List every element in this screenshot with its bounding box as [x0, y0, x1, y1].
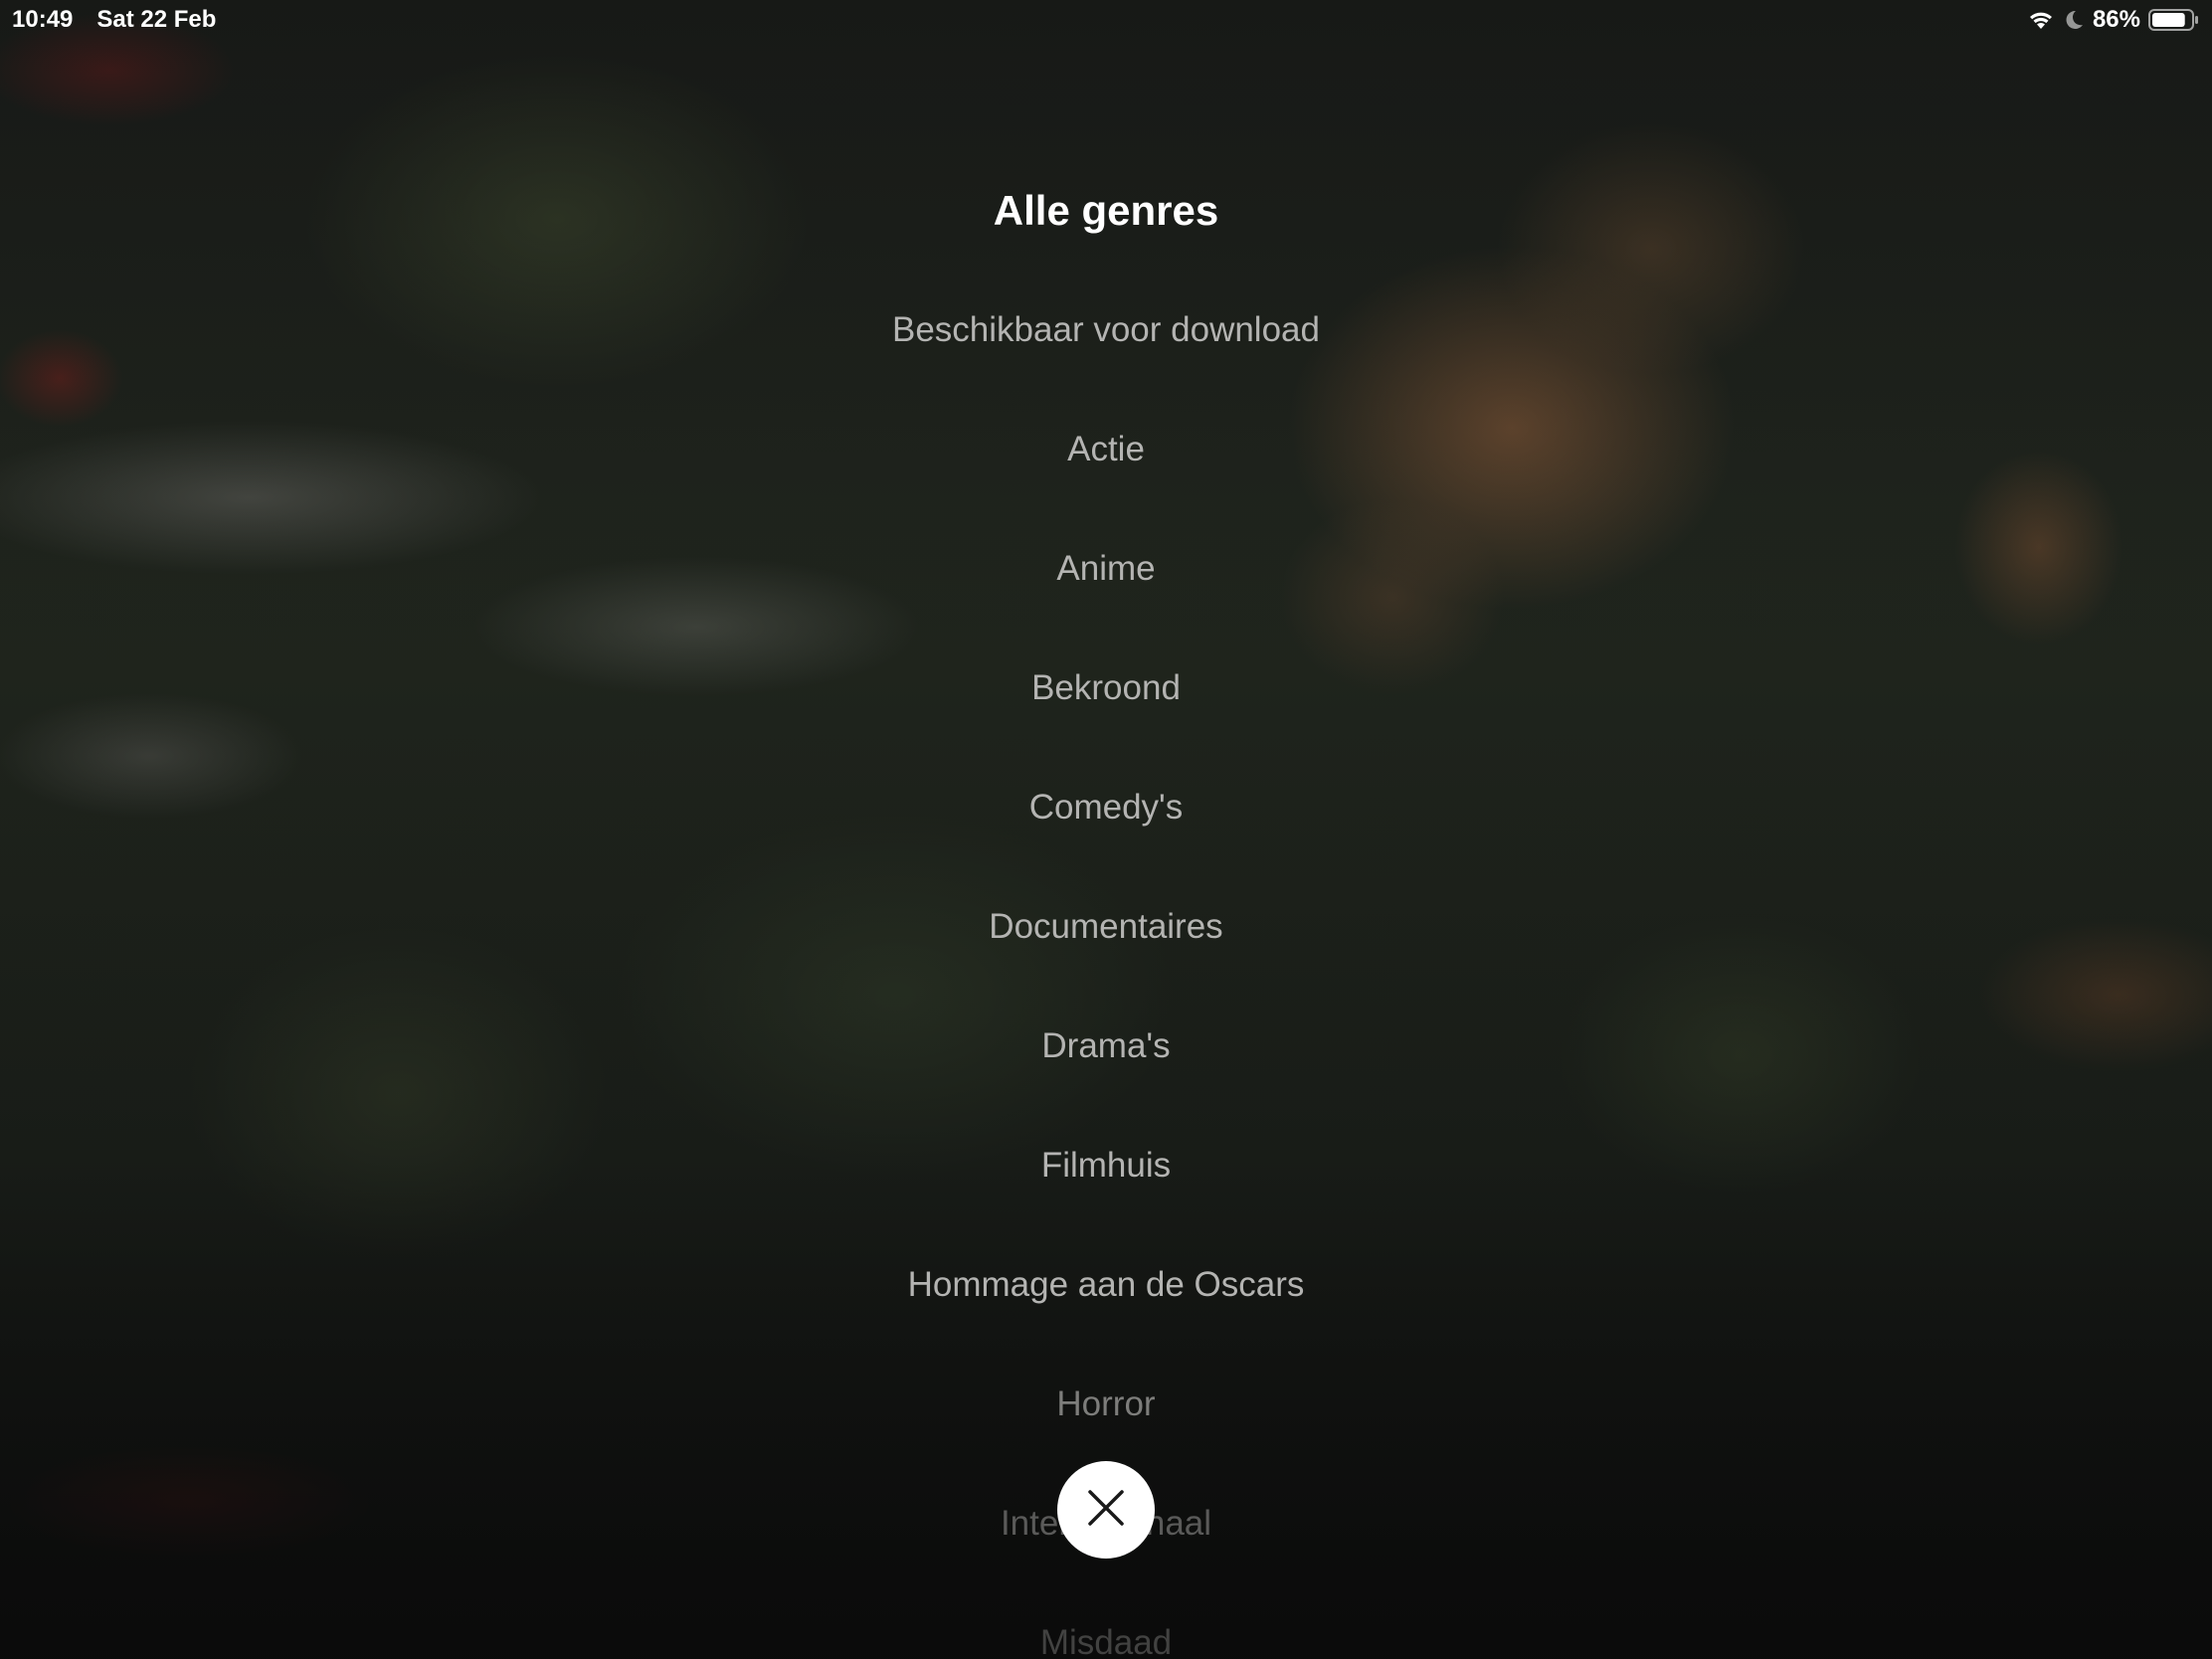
close-icon	[1086, 1488, 1126, 1533]
genre-item-actie[interactable]: Actie	[0, 420, 2212, 539]
genre-item-documentaires[interactable]: Documentaires	[0, 897, 2212, 1016]
genre-item-beschikbaar-voor-download[interactable]: Beschikbaar voor download	[0, 300, 2212, 420]
menu-title: Alle genres	[993, 187, 1219, 234]
genre-item-comedys[interactable]: Comedy's	[0, 778, 2212, 897]
status-left: 10:49 Sat 22 Feb	[12, 6, 216, 34]
battery-percent: 86%	[2092, 6, 2140, 33]
genre-item-filmhuis[interactable]: Filmhuis	[0, 1136, 2212, 1255]
status-right: 86%	[2027, 6, 2200, 34]
genre-item-hommage-aan-de-oscars[interactable]: Hommage aan de Oscars	[0, 1255, 2212, 1375]
genre-item-dramas[interactable]: Drama's	[0, 1016, 2212, 1136]
genre-item-anime[interactable]: Anime	[0, 539, 2212, 658]
moon-icon	[2063, 9, 2085, 31]
status-time: 10:49	[12, 6, 74, 33]
genre-item-misdaad[interactable]: Misdaad	[0, 1613, 2212, 1659]
wifi-icon	[2027, 9, 2055, 31]
battery-icon	[2148, 8, 2200, 32]
status-date: Sat 22 Feb	[96, 6, 217, 33]
status-bar: 10:49 Sat 22 Feb 86%	[0, 0, 2212, 40]
genre-menu-screen: 10:49 Sat 22 Feb 86% Alle genres Beschik…	[0, 0, 2212, 1659]
close-button[interactable]	[1057, 1461, 1155, 1559]
genre-list: Beschikbaar voor download Actie Anime Be…	[0, 300, 2212, 1659]
genre-item-bekroond[interactable]: Bekroond	[0, 658, 2212, 778]
